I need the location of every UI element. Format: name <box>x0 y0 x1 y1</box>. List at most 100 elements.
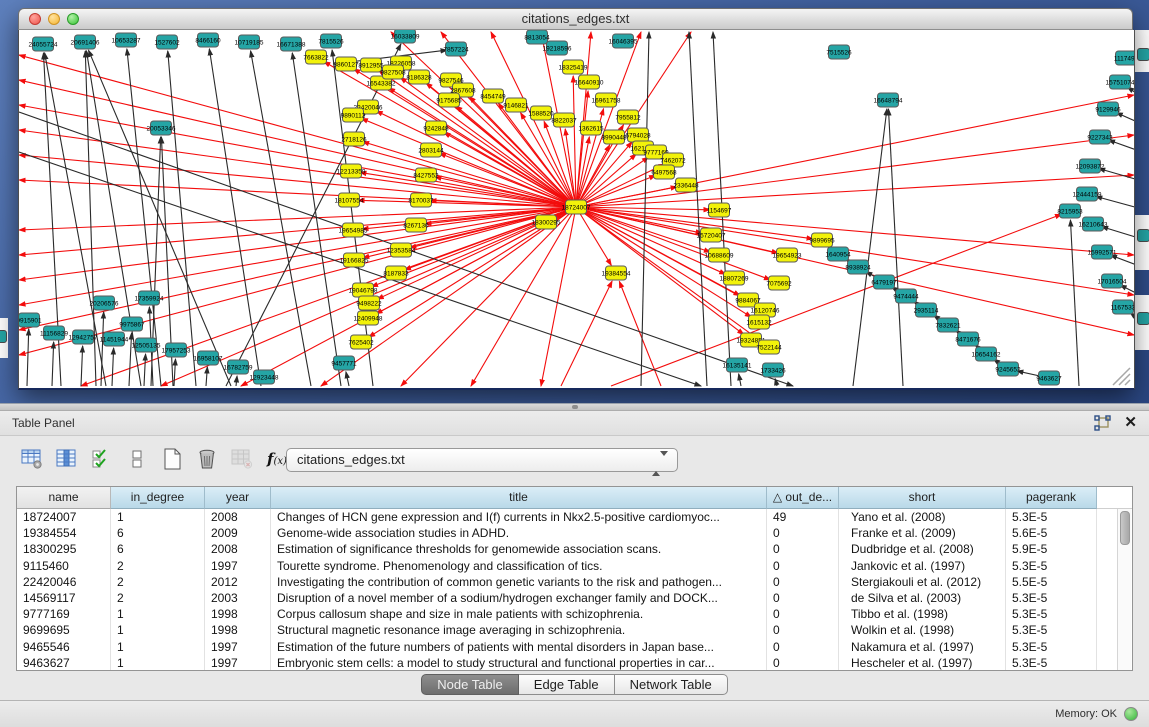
table-cell[interactable]: 0 <box>767 541 839 557</box>
table-row[interactable]: 2242004622012Investigating the contribut… <box>17 574 1132 590</box>
row-height-icon[interactable] <box>123 446 151 473</box>
table-cell[interactable]: 0 <box>767 639 839 655</box>
network-node[interactable]: 7857224 <box>443 42 469 56</box>
network-node[interactable]: 19384554 <box>602 266 631 280</box>
table-cell[interactable]: 1997 <box>205 639 271 655</box>
close-window-button[interactable] <box>29 13 41 25</box>
network-node[interactable]: 9474444 <box>893 289 919 303</box>
network-node[interactable]: 15720407 <box>697 228 726 242</box>
table-cell[interactable]: Estimation of significance thresholds fo… <box>271 541 767 557</box>
network-canvas[interactable]: 2405572420691406106532871527602846616010… <box>18 30 1135 390</box>
network-node[interactable]: 7522144 <box>756 340 782 354</box>
table-row[interactable]: 1830029562008Estimation of significance … <box>17 541 1132 557</box>
network-node[interactable]: 16958107 <box>194 351 223 365</box>
network-node[interactable]: 9975867 <box>119 317 145 331</box>
network-node[interactable]: 16648794 <box>874 93 903 107</box>
table-cell[interactable]: 1 <box>111 655 205 671</box>
network-node[interactable]: 12353584 <box>387 243 416 257</box>
table-cell[interactable]: 18724007 <box>17 509 111 525</box>
table-cell[interactable]: Stergiakouli et al. (2012) <box>839 574 1006 590</box>
table-cell[interactable]: 0 <box>767 622 839 638</box>
column-header-out-de-[interactable]: △ out_de... <box>767 487 839 509</box>
zoom-window-button[interactable] <box>67 13 79 25</box>
divider-grip-icon[interactable] <box>572 405 578 409</box>
table-row[interactable]: 969969511998Structural magnetic resonanc… <box>17 622 1132 638</box>
tab-network-table[interactable]: Network Table <box>615 674 728 695</box>
network-node[interactable]: 6497568 <box>651 165 677 179</box>
network-node[interactable]: 7625402 <box>348 335 374 349</box>
network-node[interactable]: 17359924 <box>135 291 164 305</box>
network-node[interactable]: 1167533 <box>1111 300 1134 314</box>
network-node[interactable]: 1527602 <box>154 35 180 49</box>
network-node[interactable]: 19654985 <box>339 223 368 237</box>
table-cell[interactable]: 1 <box>111 622 205 638</box>
network-node[interactable]: 17957253 <box>162 343 191 357</box>
window-titlebar[interactable]: citations_edges.txt <box>18 8 1133 30</box>
close-panel-icon[interactable]: ✕ <box>1124 413 1137 431</box>
column-select-icon[interactable] <box>88 446 116 473</box>
network-node[interactable]: 1154697 <box>707 203 732 217</box>
network-node[interactable]: 9175685 <box>436 93 462 107</box>
table-cell[interactable]: 2 <box>111 590 205 606</box>
network-node[interactable]: 1362615 <box>578 121 604 135</box>
table-cell[interactable]: Structural magnetic resonance image aver… <box>271 622 767 638</box>
table-cell[interactable]: 5.9E-5 <box>1006 541 1097 557</box>
table-cell[interactable]: 6 <box>111 541 205 557</box>
table-cell[interactable]: Changes of HCN gene expression and I(f) … <box>271 509 767 525</box>
network-node[interactable]: 9498222 <box>356 296 382 310</box>
column-header-short[interactable]: short <box>839 487 1006 509</box>
column-header-year[interactable]: year <box>205 487 271 509</box>
column-header-pagerank[interactable]: pagerank <box>1006 487 1097 509</box>
tab-node-table[interactable]: Node Table <box>421 674 519 695</box>
network-node[interactable]: 15992571 <box>1088 245 1117 259</box>
scrollbar-thumb[interactable] <box>1120 511 1130 545</box>
network-node[interactable]: 9129946 <box>1095 102 1121 116</box>
show-column-icon[interactable] <box>53 446 81 473</box>
network-node[interactable]: 8466160 <box>195 33 221 47</box>
table-cell[interactable]: 1 <box>111 639 205 655</box>
network-node[interactable]: 12444159 <box>1073 187 1102 201</box>
network-node[interactable]: 2718126 <box>341 132 367 146</box>
network-node[interactable]: 10719185 <box>235 35 264 49</box>
table-cell[interactable]: 2003 <box>205 590 271 606</box>
table-cell[interactable]: 5.5E-5 <box>1006 574 1097 590</box>
table-cell[interactable]: Estimation of the future numbers of pati… <box>271 639 767 655</box>
table-row[interactable]: 946554611997Estimation of the future num… <box>17 639 1132 655</box>
table-cell[interactable]: 1997 <box>205 655 271 671</box>
network-node[interactable]: 10653287 <box>112 33 141 47</box>
delete-rows-icon[interactable] <box>193 446 221 473</box>
table-cell[interactable]: 1997 <box>205 558 271 574</box>
table-cell[interactable]: Genome-wide association studies in ADHD. <box>271 525 767 541</box>
network-node[interactable]: 16961758 <box>592 93 621 107</box>
table-row[interactable]: 946362711997Embryonic stem cells: a mode… <box>17 655 1132 671</box>
network-node[interactable]: 19046798 <box>349 283 378 297</box>
table-cell[interactable]: Tibbo et al. (1998) <box>839 606 1006 622</box>
table-cell[interactable]: 5.3E-5 <box>1006 639 1097 655</box>
network-node[interactable]: 16782759 <box>224 360 253 374</box>
table-cell[interactable]: 9699695 <box>17 622 111 638</box>
network-node[interactable]: 1640954 <box>825 247 851 261</box>
table-cell[interactable]: Investigating the contribution of common… <box>271 574 767 590</box>
network-node[interactable]: 12409948 <box>354 311 383 325</box>
network-node[interactable]: 10654162 <box>972 347 1001 361</box>
network-node[interactable]: 6479197 <box>871 275 897 289</box>
network-node[interactable]: 8813054 <box>524 30 550 44</box>
network-node[interactable]: 8186328 <box>406 70 432 84</box>
network-node[interactable]: 12093872 <box>1076 159 1105 173</box>
network-node[interactable]: 9227343 <box>1087 130 1113 144</box>
network-node[interactable]: 12942757 <box>69 330 98 344</box>
table-row[interactable]: 1872400712008Changes of HCN gene express… <box>17 509 1132 525</box>
table-cell[interactable]: Jankovic et al. (1997) <box>839 558 1006 574</box>
table-cell[interactable]: Embryonic stem cells: a model to study s… <box>271 655 767 671</box>
network-node[interactable]: 8187833 <box>383 266 409 280</box>
table-cell[interactable]: 5.3E-5 <box>1006 606 1097 622</box>
network-node[interactable]: 15751074 <box>1106 75 1134 89</box>
table-cell[interactable]: 2 <box>111 574 205 590</box>
table-cell[interactable]: Wolkin et al. (1998) <box>839 622 1006 638</box>
table-cell[interactable]: 0 <box>767 558 839 574</box>
table-cell[interactable]: Franke et al. (2009) <box>839 525 1006 541</box>
network-node[interactable]: 11451944 <box>100 332 129 346</box>
network-node[interactable]: 9827508 <box>380 65 406 79</box>
network-node[interactable]: 12213359 <box>337 164 366 178</box>
network-node[interactable]: 8170037 <box>408 193 434 207</box>
